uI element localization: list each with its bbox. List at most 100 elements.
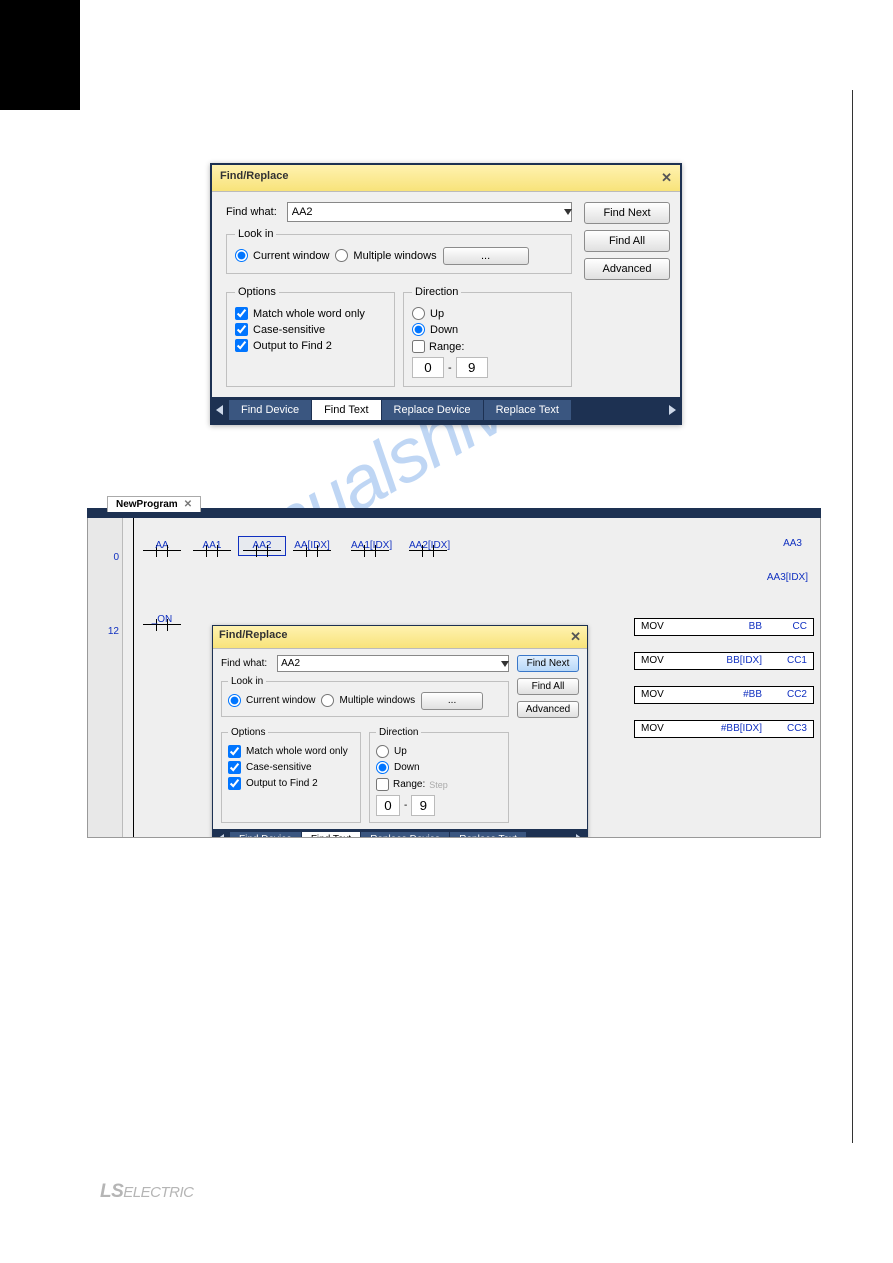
options-legend: Options [235,286,279,298]
find-what-label: Find what: [226,206,277,218]
find-replace-dialog-overlay: Find/Replace ✕ Find what: Look in Curren… [212,625,588,838]
tab-replace-device[interactable]: Replace Device [361,832,450,839]
output-find2-label: Output to Find 2 [246,778,318,789]
advanced-button[interactable]: Advanced [584,258,670,280]
find-what-input[interactable] [287,202,572,222]
range-label: Range: [429,341,464,353]
scroll-left-icon[interactable] [217,834,224,838]
mov-instruction: MOV BB CC [634,618,814,636]
current-window-label: Current window [253,250,329,262]
multiple-windows-radio[interactable] [321,694,334,707]
match-whole-checkbox[interactable] [228,745,241,758]
tab-replace-text[interactable]: Replace Text [450,832,527,839]
direction-legend: Direction [376,727,421,738]
contact-label: AA1 [193,540,231,551]
tab-replace-device[interactable]: Replace Device [382,400,484,420]
dialog-titlebar: Find/Replace ✕ [213,626,587,649]
close-icon[interactable]: ✕ [570,629,581,645]
match-whole-label: Match whole word only [253,308,365,320]
direction-legend: Direction [412,286,461,298]
footer-logo: LSELECTRIC [100,1181,193,1203]
find-what-label: Find what: [221,658,267,669]
scroll-right-icon[interactable] [669,405,676,415]
scroll-right-icon[interactable] [576,834,583,838]
mov-instruction: MOV #BB[IDX] CC3 [634,720,814,738]
up-label: Up [394,746,407,757]
current-window-radio[interactable] [235,249,248,262]
find-next-button[interactable]: Find Next [517,655,579,672]
contact-label: AA[IDX] [293,540,331,551]
contact-label: AA2[IDX] [409,540,447,551]
look-in-legend: Look in [235,228,276,240]
contact-label: _ON [143,614,181,625]
range-to-input[interactable] [411,795,435,816]
options-legend: Options [228,727,268,738]
find-what-input[interactable] [277,655,509,672]
multiple-windows-label: Multiple windows [339,695,415,706]
advanced-button[interactable]: Advanced [517,701,579,718]
row-number: 0 [88,552,123,563]
direction-group: Direction Up Down Range: - [403,286,572,387]
current-window-label: Current window [246,695,315,706]
range-label: Range: [393,779,425,790]
contact-label: AA [143,540,181,551]
find-all-button[interactable]: Find All [517,678,579,695]
tab-find-text[interactable]: Find Text [302,832,361,839]
close-tab-icon[interactable]: ✕ [184,499,192,510]
look-in-group: Look in Current window Multiple windows … [226,228,572,274]
case-sensitive-checkbox[interactable] [235,323,248,336]
browse-windows-button[interactable]: ... [421,692,483,710]
output-find2-label: Output to Find 2 [253,340,332,352]
tab-find-device[interactable]: Find Device [229,400,312,420]
direction-group: Direction Up Down Range: Step - [369,727,509,823]
contact-label: AA2 [243,540,281,551]
program-tab[interactable]: NewProgram ✕ [107,496,201,512]
mov-instruction: MOV #BB CC2 [634,686,814,704]
scroll-left-icon[interactable] [216,405,223,415]
find-all-button[interactable]: Find All [584,230,670,252]
coil-label: AA3[IDX] [767,572,808,583]
range-checkbox[interactable] [412,340,425,353]
range-to-input[interactable] [456,357,488,378]
multiple-windows-radio[interactable] [335,249,348,262]
range-from-input[interactable] [376,795,400,816]
down-radio[interactable] [412,323,425,336]
range-checkbox[interactable] [376,778,389,791]
find-next-button[interactable]: Find Next [584,202,670,224]
up-radio[interactable] [412,307,425,320]
ladder-editor: NewProgram ✕ 0 AA AA1 AA2 AA[IDX] AA1[ID… [87,508,821,848]
output-find2-checkbox[interactable] [235,339,248,352]
contact-label: AA1[IDX] [351,540,389,551]
tab-replace-text[interactable]: Replace Text [484,400,572,420]
logo-ls: LS [100,1181,123,1202]
dropdown-icon[interactable] [564,209,572,215]
look-in-group: Look in Current window Multiple windows … [221,676,509,717]
down-radio[interactable] [376,761,389,774]
dropdown-icon[interactable] [501,661,509,667]
up-label: Up [430,308,444,320]
match-whole-checkbox[interactable] [235,307,248,320]
current-window-radio[interactable] [228,694,241,707]
tab-find-text[interactable]: Find Text [312,400,381,420]
up-radio[interactable] [376,745,389,758]
dialog-tabs: Find Device Find Text Replace Device Rep… [212,397,680,423]
output-find2-checkbox[interactable] [228,777,241,790]
case-sensitive-checkbox[interactable] [228,761,241,774]
mov-instruction: MOV BB[IDX] CC1 [634,652,814,670]
close-icon[interactable]: ✕ [661,170,672,186]
logo-electric: ELECTRIC [123,1184,193,1201]
options-group: Options Match whole word only Case-sensi… [226,286,395,387]
case-sensitive-label: Case-sensitive [253,324,325,336]
browse-windows-button[interactable]: ... [443,247,529,265]
down-label: Down [430,324,458,336]
coil-label: AA3 [783,538,802,549]
range-from-input[interactable] [412,357,444,378]
match-whole-label: Match whole word only [246,746,348,757]
multiple-windows-label: Multiple windows [353,250,436,262]
down-label: Down [394,762,420,773]
find-replace-dialog: Find/Replace ✕ Find what: Look in Curren… [210,163,682,425]
look-in-legend: Look in [228,676,266,687]
dialog-tabs: Find Device Find Text Replace Device Rep… [213,829,587,838]
range-step-label: Step [429,780,448,790]
tab-find-device[interactable]: Find Device [230,832,302,839]
